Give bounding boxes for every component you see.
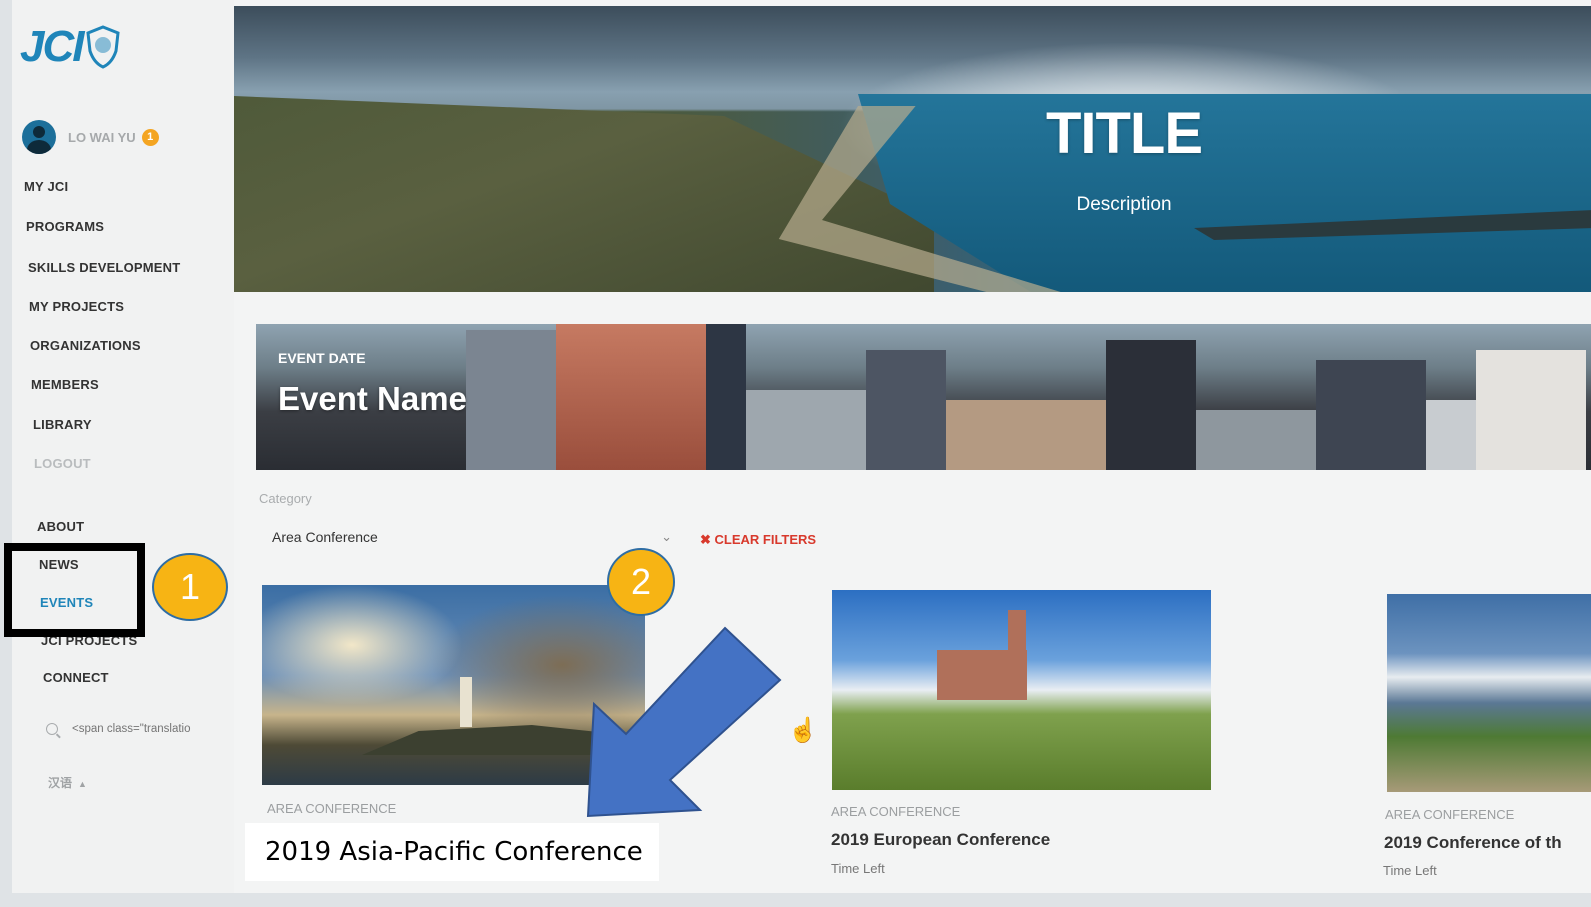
building-image [1426,400,1476,470]
card-time-left: Time Left [831,861,885,876]
card-time-left: Time Left [1383,863,1437,878]
nav-item-my-jci[interactable]: MY JCI [24,179,68,194]
building-image [706,324,746,470]
card-image-mountains[interactable] [1387,594,1591,792]
hand-cursor-icon: ☝ [788,717,818,744]
notification-badge: 1 [141,128,159,146]
nav-item-about[interactable]: ABOUT [37,519,84,534]
hero-title: TITLE [1045,101,1203,166]
clear-filters-button[interactable]: ✖ CLEAR FILTERS [700,532,816,548]
category-label: Category [259,491,312,506]
category-select[interactable]: Area Conference ⌄ [272,518,672,556]
lighthouse-image [460,677,472,727]
event-date: EVENT DATE [278,350,366,366]
user-profile[interactable]: LO WAI YU 1 [22,120,159,154]
chevron-down-icon: ⌄ [661,529,672,544]
nav-item-programs[interactable]: PROGRAMS [26,219,104,234]
chevron-up-icon: ▲ [78,779,87,789]
language-selector[interactable]: 汉语 ▲ [48,774,87,791]
card-category: AREA CONFERENCE [831,804,961,819]
annotation-highlight-box [4,543,145,637]
sidebar: JCI LO WAI YU 1 MY JCI PROGRAMS SKILLS D… [12,0,234,893]
app-screen: JCI LO WAI YU 1 MY JCI PROGRAMS SKILLS D… [12,0,1591,893]
language-label: 汉语 [48,776,73,790]
jci-logo[interactable]: JCI [20,22,121,72]
close-icon: ✖ [700,532,715,547]
annotation-step-2: 2 [607,548,675,616]
nav-item-logout[interactable]: LOGOUT [34,456,91,471]
user-name: LO WAI YU [68,129,136,145]
annotation-arrow-icon [586,626,782,818]
building-image [946,400,1106,470]
building-image [746,390,866,470]
nav-item-members[interactable]: MEMBERS [31,377,99,392]
nav-item-skills-development[interactable]: SKILLS DEVELOPMENT [28,260,180,275]
building-image [556,324,706,470]
logo-text: JCI [20,22,85,71]
event-banner[interactable]: EVENT DATE Event Name [256,324,1591,470]
clear-filters-label: CLEAR FILTERS [714,532,817,547]
nav-item-library[interactable]: LIBRARY [33,417,92,432]
hero-description: Description [1076,194,1172,215]
building-image [1316,360,1426,470]
nav-item-connect[interactable]: CONNECT [43,670,109,685]
category-value: Area Conference [272,529,378,545]
event-name: Event Name [278,380,467,417]
hero-banner: TITLE Description [234,6,1591,292]
card-category: AREA CONFERENCE [267,801,397,816]
annotation-step-1: 1 [152,553,228,621]
building-image [866,350,946,470]
building-image [1196,410,1316,470]
shield-icon [86,25,121,69]
building-image [466,330,556,470]
search-box[interactable] [46,722,224,736]
card-title[interactable]: 2019 Conference of th [1384,833,1562,853]
nav-item-my-projects[interactable]: MY PROJECTS [29,299,124,314]
search-icon [46,723,58,735]
search-input[interactable] [70,722,224,736]
building-image [1476,350,1586,470]
building-image [1106,340,1196,470]
church-tower-image [1008,610,1026,700]
card-title[interactable]: 2019 European Conference [831,830,1050,850]
annotation-callout: 2019 Asia-Pacific Conference [245,823,659,881]
card-category: AREA CONFERENCE [1385,807,1515,822]
avatar [22,120,56,154]
card-image-church[interactable] [832,590,1211,790]
nav-item-organizations[interactable]: ORGANIZATIONS [30,338,141,353]
